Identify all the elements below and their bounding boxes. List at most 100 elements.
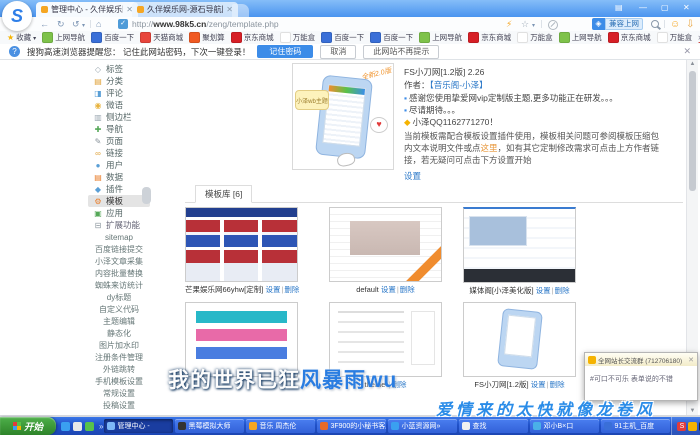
sidebar-item[interactable]: 主题编辑 [88, 315, 150, 327]
bookmarks-overflow-icon[interactable]: » [696, 32, 700, 42]
settings-link[interactable]: 设置 [404, 171, 421, 181]
sidebar-item[interactable]: 图片加水印 [88, 339, 150, 351]
undo-closed-tab-icon[interactable] [72, 18, 80, 30]
sidebar-item[interactable]: sitemap [88, 231, 150, 243]
home-icon[interactable] [96, 18, 101, 30]
back-icon[interactable] [40, 18, 49, 30]
template-thumbnail[interactable] [463, 207, 576, 283]
here-link[interactable]: 这里 [481, 143, 498, 153]
sogou-logo[interactable]: S [2, 1, 32, 31]
url-field[interactable]: http://www.98k5.cn/zeng/template.php [132, 19, 279, 29]
bookmark-item[interactable]: 万能盒 [654, 32, 696, 43]
refresh-icon[interactable] [57, 18, 65, 30]
card-settings-link[interactable]: 设置 [265, 285, 280, 294]
favorites-button[interactable]: 收藏 [4, 32, 39, 43]
template-thumbnail[interactable] [329, 207, 442, 282]
remember-password-button[interactable]: 记住密码 [257, 45, 313, 58]
taskbar-window-button[interactable]: 查找 [459, 419, 528, 433]
search-icon[interactable] [651, 20, 659, 28]
close-icon[interactable] [683, 3, 690, 13]
bookmark-item[interactable]: 百度一下 [367, 32, 416, 43]
sidebar-item[interactable]: ⚙ 模板 [88, 195, 150, 207]
tab-close-icon[interactable] [226, 5, 233, 14]
tab-list-icon[interactable] [615, 3, 623, 13]
bookmark-item[interactable]: 上网导航 [556, 32, 605, 43]
template-thumbnail[interactable] [185, 207, 298, 282]
sidebar-item[interactable]: 手机模板设置 [88, 375, 150, 387]
sidebar-item[interactable]: 注册条件管理 [88, 351, 150, 363]
sidebar-item[interactable]: ∞ 链接 [88, 147, 150, 159]
taskbar-window-button[interactable]: 91主机_百度 [601, 419, 670, 433]
card-settings-link[interactable]: 设置 [536, 286, 551, 295]
taskbar-window-button[interactable]: 黑莓模拟大师 [175, 419, 244, 433]
card-settings-link[interactable]: 设置 [381, 285, 396, 294]
favorite-star-icon[interactable] [521, 18, 529, 30]
browser-tab-nav[interactable]: 久伴娱乐网-源石导航网 [132, 2, 238, 17]
chevron-down-icon[interactable] [532, 18, 535, 32]
taskbar-window-button[interactable]: 邓小B×口 [530, 419, 599, 433]
close-icon[interactable] [688, 356, 694, 364]
taskbar-window-button[interactable]: 管理中心 - [104, 419, 173, 433]
bookmark-item[interactable]: 百度一下 [88, 32, 137, 43]
tab-template-library[interactable]: 模板库 [6] [195, 185, 252, 203]
quicklaunch-icon[interactable] [73, 422, 82, 431]
maximize-icon[interactable] [661, 3, 669, 13]
sidebar-item[interactable]: 自定义代码 [88, 303, 150, 315]
bookmark-item[interactable]: 京东商城 [465, 32, 514, 43]
quicklaunch-icon[interactable] [61, 422, 70, 431]
download-icon[interactable] [686, 18, 694, 31]
sidebar-item[interactable]: ⊟ 扩展功能 [88, 219, 150, 231]
bookmark-item[interactable]: 京东商城 [605, 32, 654, 43]
scrollbar-thumb[interactable] [689, 71, 696, 191]
speed-boost-icon[interactable] [506, 18, 512, 30]
bookmark-item[interactable]: 万能盒 [514, 32, 556, 43]
smiley-icon[interactable] [670, 18, 680, 31]
bookmark-item[interactable]: 京东商城 [228, 32, 277, 43]
quicklaunch-icon[interactable] [85, 422, 94, 431]
bookmark-item[interactable]: 上网导航 [416, 32, 465, 43]
cancel-button[interactable]: 取消 [320, 45, 356, 59]
taskbar-window-button[interactable]: 音乐 周杰伦 [246, 419, 315, 433]
mode-switch-button[interactable]: 兼容上网 [592, 18, 643, 30]
sidebar-item[interactable]: 外链跳转 [88, 363, 150, 375]
sidebar-item[interactable]: ✚ 导航 [88, 123, 150, 135]
start-button[interactable]: 开始 [0, 417, 56, 435]
card-delete-link[interactable]: 删除 [400, 285, 415, 294]
card-delete-link[interactable]: 删除 [550, 380, 565, 389]
sidebar-item[interactable]: 蜘蛛来访统计 [88, 279, 150, 291]
bookmark-item[interactable]: 百度一下 [318, 32, 367, 43]
sidebar-scroll-thumb[interactable] [142, 187, 151, 204]
card-delete-link[interactable]: 删除 [555, 286, 570, 295]
bookmark-item[interactable]: 上网导航 [39, 32, 88, 43]
sidebar-item[interactable]: 投稿设置 [88, 399, 150, 411]
sidebar-item[interactable]: 内容批量替换 [88, 267, 150, 279]
sidebar-item[interactable]: 常规设置 [88, 387, 150, 399]
sidebar-item[interactable]: ▤ 数据 [88, 171, 150, 183]
sidebar-item[interactable]: ▥ 侧边栏 [88, 111, 150, 123]
sidebar-item[interactable]: ● 用户 [88, 159, 150, 171]
bookmark-item[interactable]: 聚划算 [186, 32, 228, 43]
scroll-up-icon[interactable]: ▲ [687, 61, 698, 67]
bookmark-item[interactable]: 天猫商城 [137, 32, 186, 43]
taskbar-window-button[interactable]: 3F900的小秘书客服 [317, 419, 386, 433]
sidebar-item[interactable]: ✎ 页面 [88, 135, 150, 147]
minimize-icon[interactable] [639, 3, 647, 13]
taskbar-window-button[interactable]: 小蓝资源网» [388, 419, 457, 433]
tray-icon[interactable] [688, 422, 697, 431]
browser-tab-admin[interactable]: 管理中心 - 久伴娱乐网 [36, 2, 138, 17]
sidebar-item[interactable]: 静态化 [88, 327, 150, 339]
author-link[interactable]: 【音乐阁-小泽】 [430, 80, 488, 90]
template-thumbnail[interactable] [463, 302, 576, 377]
card-settings-link[interactable]: 设置 [531, 380, 546, 389]
sidebar-item[interactable]: ◇ 标签 [88, 63, 150, 75]
chevron-down-icon[interactable] [82, 18, 85, 32]
sidebar-item[interactable]: dy标题 [88, 291, 150, 303]
sidebar-item[interactable]: ◉ 微语 [88, 99, 150, 111]
sidebar-item[interactable]: 小泽文章采集 [88, 255, 150, 267]
extension-icon[interactable] [548, 20, 558, 30]
close-icon[interactable] [683, 46, 700, 57]
sidebar-item[interactable]: 百度链接提交 [88, 243, 150, 255]
sidebar-item[interactable]: ◆ 插件 [88, 183, 150, 195]
bookmark-item[interactable]: 万能盒 [277, 32, 319, 43]
card-delete-link[interactable]: 删除 [284, 285, 299, 294]
